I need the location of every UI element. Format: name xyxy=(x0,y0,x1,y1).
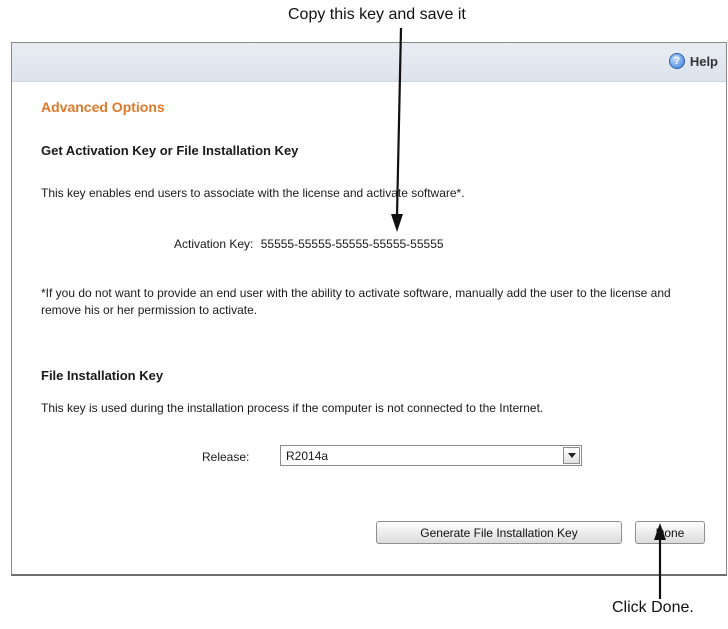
help-link[interactable]: ? Help xyxy=(668,53,718,69)
activation-description: This key enables end users to associate … xyxy=(41,186,465,200)
activation-key-label: Activation Key: xyxy=(174,237,254,251)
release-selected-value: R2014a xyxy=(286,449,329,463)
generate-file-installation-key-button[interactable]: Generate File Installation Key xyxy=(376,521,622,544)
chevron-down-icon xyxy=(567,453,576,458)
release-select[interactable]: R2014a xyxy=(280,445,582,466)
page: Copy this key and save it ? Help Advance… xyxy=(0,0,728,629)
activation-heading: Get Activation Key or File Installation … xyxy=(41,143,299,158)
activation-key-value[interactable]: 55555-55555-55555-55555-55555 xyxy=(261,237,444,251)
section-title: Advanced Options xyxy=(41,99,165,115)
done-button[interactable]: Done xyxy=(635,521,705,544)
copy-key-callout: Copy this key and save it xyxy=(288,6,466,23)
file-installation-description: This key is used during the installation… xyxy=(41,401,544,415)
advanced-options-dialog: ? Help Advanced Options Get Activation K… xyxy=(11,42,727,576)
dialog-titlebar: ? Help xyxy=(12,43,726,82)
activation-footnote: *If you do not want to provide an end us… xyxy=(41,286,671,317)
activation-key-row: Activation Key: 55555-55555-55555-55555-… xyxy=(174,237,444,251)
release-label: Release: xyxy=(202,450,250,464)
question-circle-icon: ? xyxy=(668,53,685,69)
file-installation-heading: File Installation Key xyxy=(41,368,164,383)
release-dropdown-button[interactable] xyxy=(563,447,580,464)
help-label: Help xyxy=(689,53,718,69)
click-done-callout: Click Done. xyxy=(612,599,694,616)
